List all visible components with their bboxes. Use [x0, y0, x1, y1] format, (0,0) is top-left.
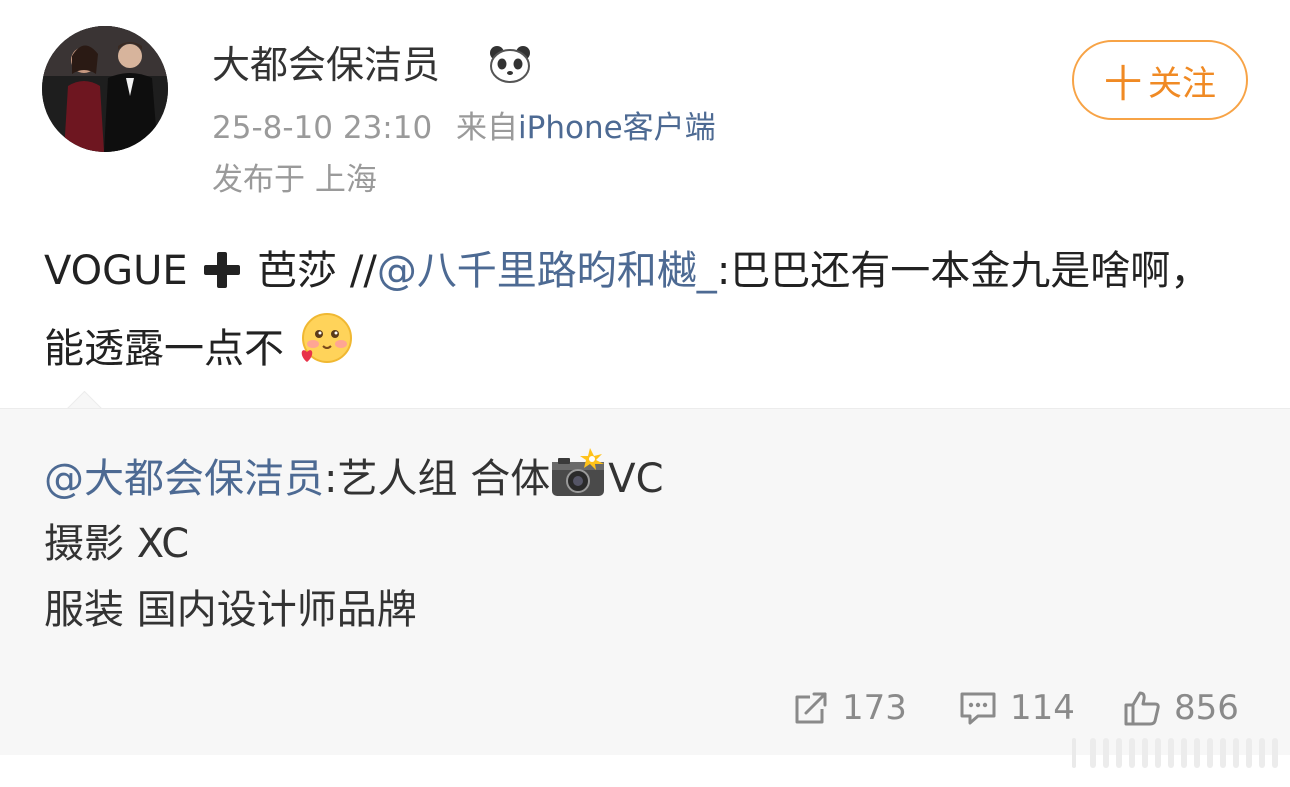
repost-line-3: 服装 国内设计师品牌: [44, 587, 417, 633]
follow-label: 关注: [1148, 63, 1216, 104]
post-text-part2: 芭莎 //: [244, 248, 377, 294]
action-bar: 173 114 856: [0, 680, 1290, 736]
horizontal-scrollbar[interactable]: [1072, 738, 1278, 768]
comment-icon: [960, 692, 996, 725]
comment-count: 114: [1010, 688, 1075, 728]
post-text-part1: VOGUE: [44, 248, 188, 294]
scrollbar-segments: [1090, 738, 1278, 768]
plus-icon: 十: [1103, 61, 1142, 106]
camera-flash-icon: [550, 448, 608, 515]
repost-line1-text: :艺人组 合体: [324, 456, 551, 502]
repost-action[interactable]: 173: [792, 680, 907, 736]
follow-button[interactable]: 十 关注: [1072, 40, 1248, 120]
timestamp: 25-8-10 23:10: [212, 110, 433, 146]
scrollbar-thumb[interactable]: [1072, 738, 1076, 768]
post-location: 发布于 上海: [212, 162, 377, 198]
repost-count: 173: [842, 688, 907, 728]
repost-line-1: @大都会保洁员:艺人组 合体 VC: [44, 448, 664, 515]
comment-action[interactable]: 114: [958, 680, 1075, 736]
post-meta: 25-8-10 23:10 来自iPhone客户端: [212, 108, 716, 148]
repost-line1-suffix: VC: [608, 456, 664, 502]
repost-line-2: 摄影 XC: [44, 521, 190, 567]
post-text: VOGUE 芭莎 //@八千里路昀和樾_:巴巴还有一本金九是啥啊，能透露一点不: [44, 236, 1244, 390]
username[interactable]: 大都会保洁员: [212, 40, 440, 90]
blush-heart-emoji-icon: [297, 312, 353, 390]
like-count: 856: [1174, 688, 1239, 728]
avatar[interactable]: [42, 26, 168, 152]
mention-link[interactable]: @八千里路昀和樾_: [377, 248, 717, 294]
like-action[interactable]: 856: [1122, 680, 1239, 736]
avatar-photo: [42, 26, 168, 152]
panda-icon: [488, 44, 532, 84]
heavy-plus-icon: [200, 242, 244, 312]
repost-mention-link[interactable]: @大都会保洁员: [44, 456, 324, 502]
source-prefix: 来自: [456, 110, 519, 146]
thumbs-up-icon: [1124, 691, 1160, 726]
share-icon: [795, 692, 827, 724]
source-client[interactable]: iPhone客户端: [518, 110, 716, 146]
